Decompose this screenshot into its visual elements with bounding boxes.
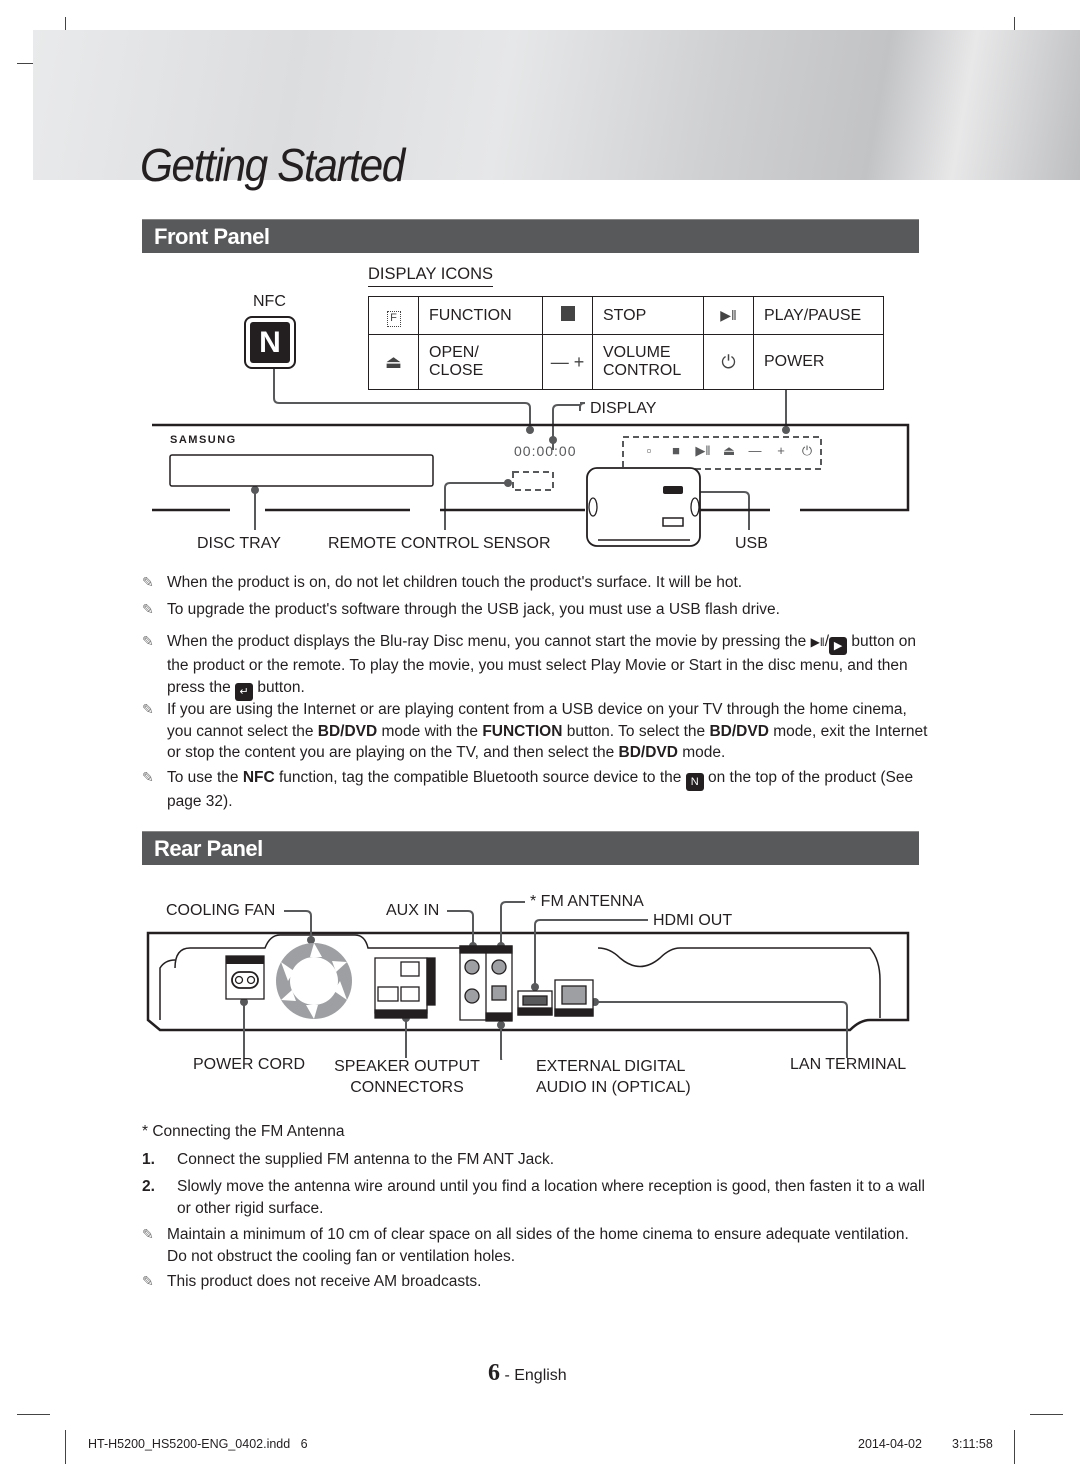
hdmi-out-leader-line	[534, 919, 648, 987]
touch-eject-icon: ⏏	[723, 443, 735, 458]
hdmi-out-port	[517, 990, 553, 1016]
crop-mark	[17, 1414, 50, 1415]
nfc-leader-line	[273, 369, 531, 428]
speaker-output-callout: SPEAKER OUTPUT CONNECTORS	[334, 1058, 480, 1096]
crop-mark	[1030, 1414, 1063, 1415]
remote-sensor-leader-line	[444, 482, 508, 530]
crop-mark	[1014, 1430, 1015, 1464]
note-icon: ✎	[142, 1226, 154, 1242]
note-item: ✎ When the product displays the Blu-ray …	[142, 631, 932, 701]
note-icon: ✎	[142, 769, 154, 785]
cooling-fan	[276, 943, 352, 1019]
remote-sensor-callout: REMOTE CONTROL SENSOR	[328, 535, 551, 552]
fm-antenna-leader-line	[500, 901, 525, 946]
note-icon: ✎	[142, 633, 154, 649]
lan-port	[554, 979, 594, 1017]
power-cord-callout: POWER CORD	[193, 1056, 305, 1073]
note-item: ✎ When the product is on, do not let chi…	[142, 572, 932, 594]
note-item: ✎ To upgrade the product's software thro…	[142, 599, 932, 621]
footer-time: 3:11:58	[952, 1437, 993, 1451]
samsung-logo: SAMSUNG	[170, 434, 237, 446]
touch-function-icon: ▫	[647, 443, 652, 458]
touch-volume-up-icon: +	[777, 443, 785, 458]
note-item: ✎ To use the NFC function, tag the compa…	[142, 769, 914, 810]
step-item: 2. Slowly move the antenna wire around u…	[142, 1178, 925, 1217]
aux-in-callout: AUX IN	[386, 902, 440, 919]
note-icon: ✎	[142, 601, 154, 617]
remote-sensor	[512, 471, 554, 491]
crop-mark	[65, 1430, 66, 1464]
aux-in-leader-line	[447, 910, 474, 946]
fm-section-heading: * Connecting the FM Antenna	[142, 1123, 345, 1140]
footer-filename: HT-H5200_HS5200-ENG_0402.indd 6	[88, 1437, 308, 1451]
rear-panel-heading: Rear Panel	[142, 831, 919, 865]
optical-callout: EXTERNAL DIGITAL AUDIO IN (OPTICAL)	[536, 1058, 691, 1096]
note-icon: ✎	[142, 1273, 154, 1289]
lan-terminal-callout: LAN TERMINAL	[790, 1056, 907, 1073]
aux-fm-optical-ports	[459, 945, 513, 1022]
play-pause-icon: ▶‖	[810, 635, 825, 649]
disc-tray-callout: DISC TRAY	[197, 535, 281, 552]
usb-callout: USB	[735, 535, 768, 552]
play-icon: ▶	[829, 637, 848, 655]
usb-port	[663, 486, 683, 494]
note-item: ✎ This product does not receive AM broad…	[142, 1271, 932, 1293]
note-item: ✎ Maintain a minimum of 10 cm of clear s…	[142, 1226, 909, 1265]
note-item: ✎ If you are using the Internet or are p…	[142, 701, 928, 761]
disc-tray	[169, 454, 434, 487]
display-callout: DISPLAY	[590, 400, 657, 417]
nfc-icon: N	[685, 773, 704, 791]
touch-power-icon: ⏻	[802, 443, 812, 458]
fm-antenna-callout: * FM ANTENNA	[530, 893, 644, 910]
touch-play-pause-icon: ▶‖	[695, 443, 710, 458]
page-number: 6 - English	[488, 1360, 567, 1386]
hdmi-out-callout: HDMI OUT	[653, 912, 733, 929]
step-item: 1. Connect the supplied FM antenna to th…	[142, 1151, 555, 1168]
usb-cover	[586, 467, 701, 547]
speaker-output-connectors	[374, 957, 436, 1019]
power-socket	[225, 955, 265, 1000]
cooling-fan-callout: COOLING FAN	[166, 902, 276, 919]
note-icon: ✎	[142, 701, 154, 717]
front-panel-diagram: ▫ ■ ▶‖ ⏏ — + ⏻	[152, 369, 910, 547]
touch-stop-icon: ■	[672, 443, 680, 458]
footer-date: 2014-04-02	[858, 1437, 922, 1451]
touch-volume-down-icon: —	[749, 443, 762, 458]
display-readout: 00:00:00	[514, 443, 577, 459]
note-icon: ✎	[142, 574, 154, 590]
enter-icon: ↵	[235, 682, 254, 701]
